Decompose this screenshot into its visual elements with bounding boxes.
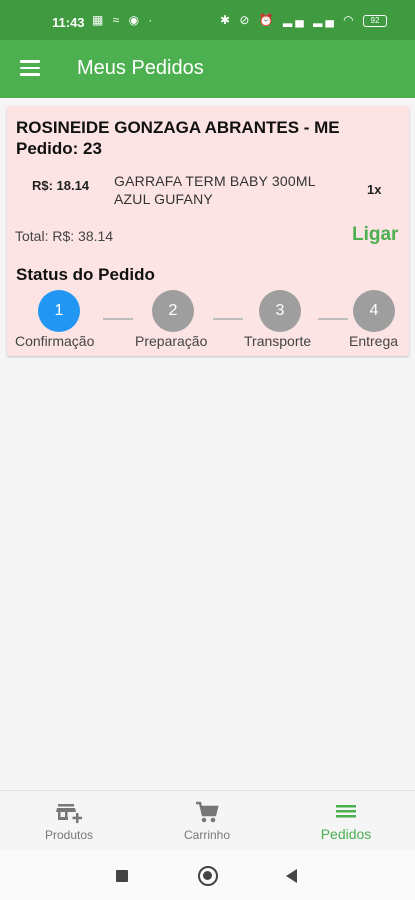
nav-label: Carrinho [183,828,231,842]
status-title: Status do Pedido [16,265,155,284]
cart-icon [196,801,219,823]
system-status-icons: ✱ ⊘ ⏰ ▂▄ ▂▄ ◠ 92 [220,13,387,27]
step-2-circle: 2 [152,290,194,332]
order-card: ROSINEIDE GONZAGA ABRANTES - ME Pedido: … [7,106,409,356]
recents-icon[interactable] [116,870,128,882]
home-icon[interactable] [198,866,218,886]
nav-label: Produtos [44,828,94,842]
step-1-label: Confirmação [15,333,95,349]
step-connector [318,318,348,320]
store-name: ROSINEIDE GONZAGA ABRANTES - ME [16,118,340,137]
step-4-label: Entrega [349,333,399,349]
bottom-nav: Produtos Carrinho Pedidos [0,790,415,850]
item-name: GARRAFA TERM BABY 300ML AZUL GUFANY [114,173,316,207]
nav-item-produtos[interactable]: Produtos [0,791,138,851]
status-time: 11:43 [52,15,85,30]
nav-item-carrinho[interactable]: Carrinho [138,791,276,851]
step-4-circle: 4 [353,290,395,332]
call-button[interactable]: Ligar [352,224,398,246]
step-3-label: Transporte [244,333,312,349]
page-title: Meus Pedidos [77,57,204,79]
item-price: R$: 18.14 [32,178,90,193]
step-3-circle: 3 [259,290,301,332]
order-total: Total: R$: 38.14 [15,228,114,244]
notification-icons: ▦ ≈ ◉ · [92,13,156,27]
menu-icon[interactable] [20,60,40,76]
app-bar: Meus Pedidos [0,40,415,98]
battery-icon: 92 [363,14,387,27]
step-connector [103,318,133,320]
nav-item-pedidos[interactable]: Pedidos [277,791,415,851]
order-number: Pedido: 23 [16,139,102,158]
back-icon[interactable] [286,869,297,883]
status-bar: 11:43 ▦ ≈ ◉ · ✱ ⊘ ⏰ ▂▄ ▂▄ ◠ 92 [0,0,415,40]
step-1-circle: 1 [38,290,80,332]
store-add-icon [56,804,82,823]
step-connector [213,318,243,320]
step-2-label: Preparação [135,333,208,349]
system-nav-bar [0,850,415,900]
item-quantity: 1x [367,182,382,197]
nav-label: Pedidos [320,826,372,842]
list-icon [336,805,356,818]
